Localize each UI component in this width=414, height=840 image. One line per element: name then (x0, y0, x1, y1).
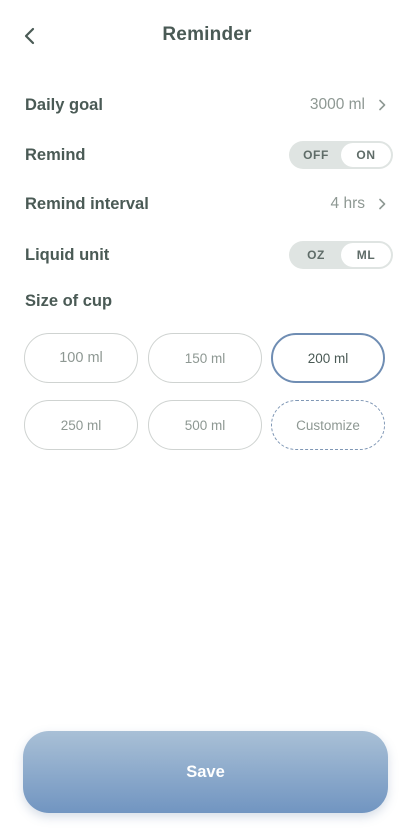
cup-100ml-button[interactable]: 100 ml (24, 333, 138, 383)
daily-goal-label: Daily goal (25, 95, 103, 114)
cup-200ml-button[interactable]: 200 ml (271, 333, 385, 383)
liquid-unit-toggle[interactable]: OZ ML (289, 241, 393, 269)
chevron-right-icon (379, 99, 386, 111)
remind-row: Remind OFF ON (25, 137, 393, 173)
liquid-unit-label: Liquid unit (25, 245, 110, 264)
daily-goal-value: 3000 ml (309, 96, 365, 113)
chevron-right-icon (379, 198, 386, 210)
liquid-unit-row: Liquid unit OZ ML (25, 237, 393, 273)
unit-ml-option[interactable]: ML (341, 243, 391, 267)
cup-customize-button[interactable]: Customize (271, 400, 385, 450)
remind-interval-value: 4 hrs (330, 195, 365, 212)
cup-500ml-button[interactable]: 500 ml (148, 400, 262, 450)
remind-interval-row[interactable]: Remind interval 4 hrs (25, 186, 389, 222)
cup-150ml-button[interactable]: 150 ml (148, 333, 262, 383)
page-title: Reminder (162, 24, 252, 45)
cup-250ml-button[interactable]: 250 ml (24, 400, 138, 450)
header: Reminder (0, 0, 414, 72)
save-button[interactable]: Save (23, 731, 388, 813)
remind-interval-label: Remind interval (25, 194, 149, 213)
daily-goal-value-group: 3000 ml (310, 96, 389, 114)
size-of-cup-label: Size of cup (25, 292, 113, 310)
remind-off-option[interactable]: OFF (291, 143, 341, 167)
daily-goal-row[interactable]: Daily goal 3000 ml (25, 87, 389, 123)
remind-interval-value-group: 4 hrs (331, 195, 389, 213)
remind-label: Remind (25, 145, 86, 164)
remind-toggle[interactable]: OFF ON (289, 141, 393, 169)
unit-oz-option[interactable]: OZ (291, 243, 341, 267)
remind-on-option[interactable]: ON (341, 143, 391, 167)
